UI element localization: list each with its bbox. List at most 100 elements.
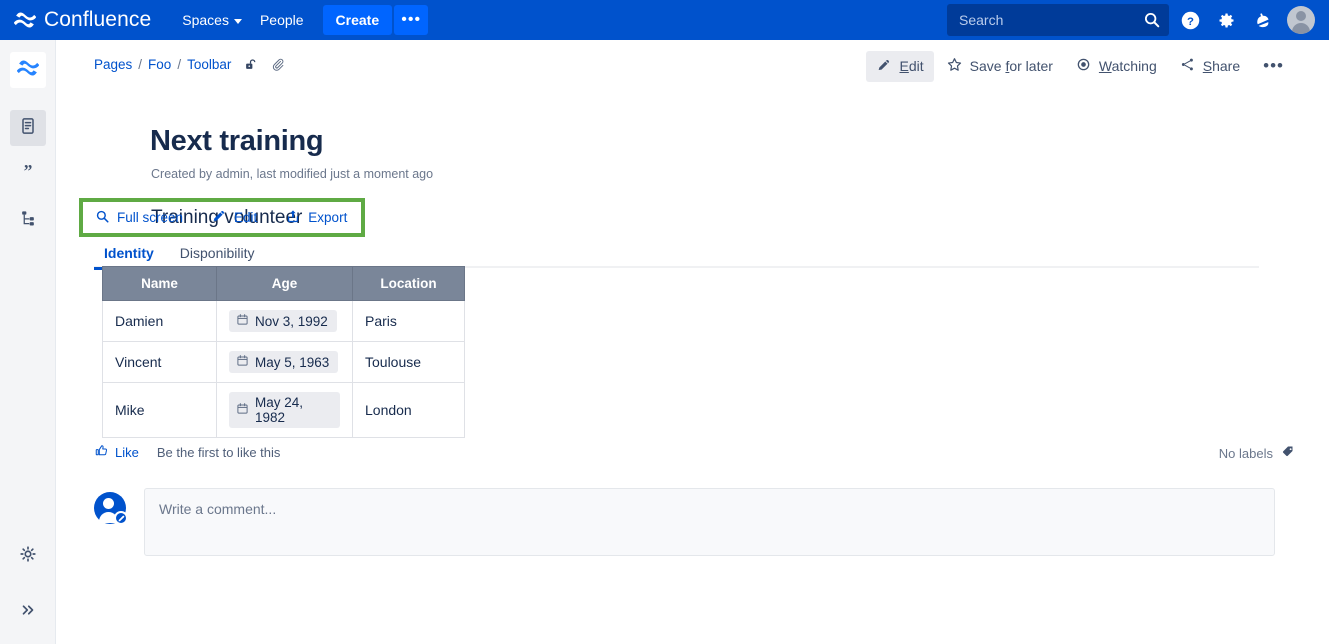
column-header-name[interactable]: Name [103,267,217,301]
calendar-icon [236,313,249,329]
nav-item-spaces-label: Spaces [182,12,229,28]
notifications-bell-icon[interactable] [1247,5,1277,35]
edit-button-label: Edit [899,58,923,74]
calendar-icon [236,354,249,370]
page-actions-toolbar: Edit Save for later Watching [866,50,1295,82]
breadcrumb-item-pages[interactable]: Pages [94,57,132,72]
save-for-later-button[interactable]: Save for later [936,50,1063,82]
create-more-button[interactable]: ••• [394,5,428,35]
edit-button[interactable]: Edit [866,51,933,82]
full-screen-button[interactable]: Full screen [89,206,189,230]
macro-edit-button[interactable]: Edit [205,205,263,230]
table-row: Mike May 24, 1982 [103,383,465,438]
tab-disponibility[interactable]: Disponibility [170,240,265,268]
date-chip[interactable]: May 5, 1963 [229,351,338,373]
share-button[interactable]: Share [1169,50,1250,82]
sidebar-item-page-tree[interactable] [10,202,46,238]
date-chip-label: May 5, 1963 [255,355,329,370]
svg-text:?: ? [1187,15,1194,27]
space-sidebar-rail: ” [0,40,56,644]
page-title: Next training [150,125,323,158]
date-chip-label: Nov 3, 1992 [255,314,328,329]
cell-location: London [353,383,465,438]
avatar-head [1296,11,1306,21]
search-container [947,4,1169,36]
profile-avatar[interactable] [1287,6,1315,34]
pages-icon [18,116,38,141]
eye-icon [1075,56,1092,76]
pencil-icon [211,208,227,227]
sidebar-item-pages[interactable] [10,110,46,146]
cell-name: Vincent [103,342,217,383]
labels-section[interactable]: No labels [1219,444,1296,462]
watching-button[interactable]: Watching [1065,50,1167,82]
svg-text:”: ” [23,162,32,181]
thumbs-up-icon [94,443,109,461]
sidebar-item-space-settings[interactable] [10,538,46,574]
watching-label: Watching [1099,58,1157,74]
help-icon[interactable]: ? [1175,5,1205,35]
top-navigation-bar: Confluence Spaces People Create ••• ? [0,0,1329,40]
cell-location: Paris [353,301,465,342]
sidebar-bottom-group [0,538,56,644]
labels-text: No labels [1219,446,1273,461]
calendar-icon [236,402,249,418]
table-body: Damien Nov 3, 1992 [103,301,465,438]
table-head: Name Age Location [103,267,465,301]
settings-gear-icon[interactable] [1211,5,1241,35]
search-icon[interactable] [1143,11,1161,29]
sidebar-item-space-logo[interactable] [10,52,46,88]
date-chip[interactable]: May 24, 1982 [229,392,340,428]
export-label: Export [308,210,347,225]
attachments-paperclip-icon[interactable] [270,57,285,72]
nav-item-spaces[interactable]: Spaces [173,6,251,34]
avatar-body [1292,23,1310,34]
cell-location: Toulouse [353,342,465,383]
comment-user-avatar[interactable] [94,492,126,524]
more-actions-button[interactable]: ••• [1252,55,1295,77]
sidebar-expand-button[interactable] [10,594,46,630]
full-screen-label: Full screen [117,210,183,225]
create-button-group: Create ••• [323,5,429,35]
pencil-icon [876,57,892,76]
tab-identity[interactable]: Identity [94,240,164,268]
export-button[interactable]: Export [279,205,353,230]
space-logo-icon [17,57,39,84]
share-icon [1179,56,1196,76]
page-footer-actions: Like Be the first to like this [94,443,280,461]
cell-name: Mike [103,383,217,438]
like-label: Like [115,445,139,460]
save-for-later-label: Save for later [970,58,1053,74]
date-chip-label: May 24, 1982 [255,395,331,425]
restrictions-unlock-icon[interactable] [243,57,258,72]
upload-export-icon [285,208,301,227]
comment-input[interactable] [144,488,1275,556]
confluence-brand-home-link[interactable]: Confluence [14,8,151,32]
volunteers-table: Name Age Location Damien [102,266,465,438]
comment-composer [94,488,1275,556]
breadcrumb-item-toolbar[interactable]: Toolbar [187,57,231,72]
blog-quote-icon: ” [18,162,38,187]
like-note: Be the first to like this [157,445,281,460]
table-row: Vincent May 5, 1963 [103,342,465,383]
macro-edit-label: Edit [234,210,257,225]
macro-tabs: Identity Disponibility [94,238,1259,268]
column-header-age[interactable]: Age [217,267,353,301]
breadcrumb-item-foo[interactable]: Foo [148,57,171,72]
create-button[interactable]: Create [323,5,393,35]
cell-age: Nov 3, 1992 [217,301,353,342]
breadcrumb-separator: / [177,57,181,72]
expand-sidebar-icon [19,601,37,624]
page-content-area: Pages / Foo / Toolbar E [57,40,1329,644]
sidebar-item-blog[interactable]: ” [10,156,46,192]
brand-title: Confluence [44,8,151,32]
nav-item-people-label: People [260,12,304,28]
like-button[interactable]: Like [94,443,139,461]
nav-item-people[interactable]: People [251,6,313,34]
search-input[interactable] [947,12,1169,28]
breadcrumb: Pages / Foo / Toolbar [94,57,285,72]
date-chip[interactable]: Nov 3, 1992 [229,310,337,332]
share-label: Share [1203,58,1240,74]
column-header-location[interactable]: Location [353,267,465,301]
macro-toolbar: Full screen Edit Export [89,205,353,230]
